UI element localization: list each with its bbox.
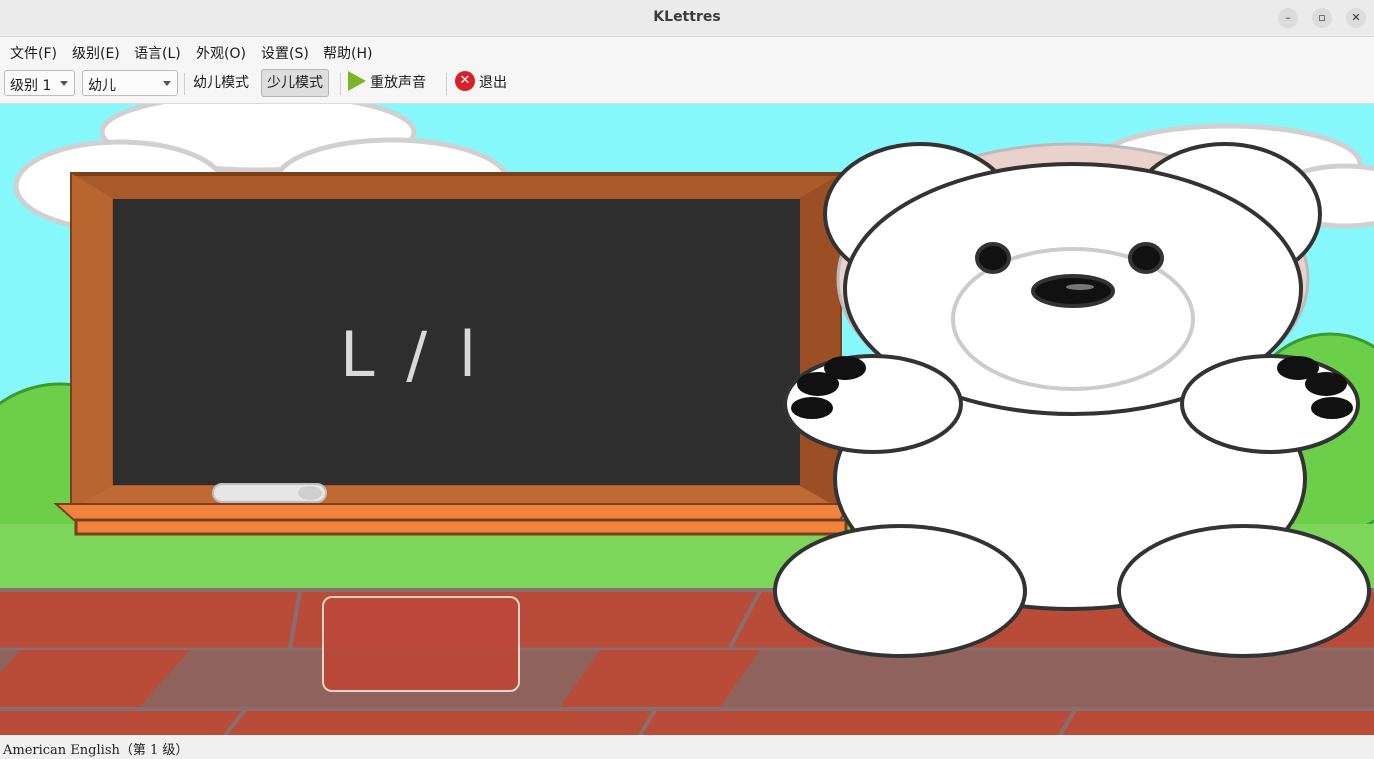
- game-scene: L / l: [0, 104, 1374, 735]
- mode-select-value: 幼儿: [88, 78, 116, 94]
- menu-look[interactable]: 外观(O): [196, 43, 246, 63]
- level-select[interactable]: 级别 1: [4, 70, 75, 96]
- toolbar-separator: [184, 73, 185, 95]
- status-text: American English（第 1 级）: [3, 743, 189, 758]
- answer-input[interactable]: [322, 596, 520, 692]
- menu-help[interactable]: 帮助(H): [323, 43, 372, 63]
- window-title: KLettres: [653, 9, 721, 25]
- kid-mode-button[interactable]: 幼儿模式: [193, 69, 249, 97]
- menu-bar: 文件(F) 级别(E) 语言(L) 外观(O) 设置(S) 帮助(H): [0, 37, 1374, 65]
- play-icon: [348, 71, 366, 91]
- quit-icon: ✕: [455, 71, 475, 91]
- quit-button[interactable]: ✕ 退出: [455, 69, 507, 97]
- close-icon[interactable]: ✕: [1346, 8, 1366, 28]
- minimize-icon[interactable]: –: [1278, 8, 1298, 28]
- title-bar: KLettres – ▫ ✕: [0, 0, 1374, 37]
- toolbar: 级别 1 幼儿 幼儿模式 少儿模式 重放声音 ✕ 退出: [0, 65, 1374, 104]
- grownup-mode-button[interactable]: 少儿模式: [261, 69, 329, 97]
- replay-label: 重放声音: [370, 75, 426, 91]
- toolbar-separator: [446, 73, 447, 95]
- replay-sound-button[interactable]: 重放声音: [348, 69, 426, 97]
- teddy-bear: [773, 142, 1371, 658]
- board-letter: L / l: [340, 318, 483, 391]
- level-select-value: 级别 1: [10, 78, 52, 94]
- status-bar: American English（第 1 级）: [0, 735, 1374, 759]
- menu-language[interactable]: 语言(L): [134, 43, 181, 63]
- chevron-down-icon: [163, 81, 171, 86]
- menu-file[interactable]: 文件(F): [10, 43, 57, 63]
- menu-level[interactable]: 级别(E): [72, 43, 120, 63]
- quit-label: 退出: [479, 75, 507, 91]
- maximize-icon[interactable]: ▫: [1312, 8, 1332, 28]
- scene-background: [0, 104, 1374, 735]
- mode-select[interactable]: 幼儿: [82, 70, 178, 96]
- toolbar-separator: [340, 73, 341, 95]
- chevron-down-icon: [60, 81, 68, 86]
- menu-settings[interactable]: 设置(S): [261, 43, 309, 63]
